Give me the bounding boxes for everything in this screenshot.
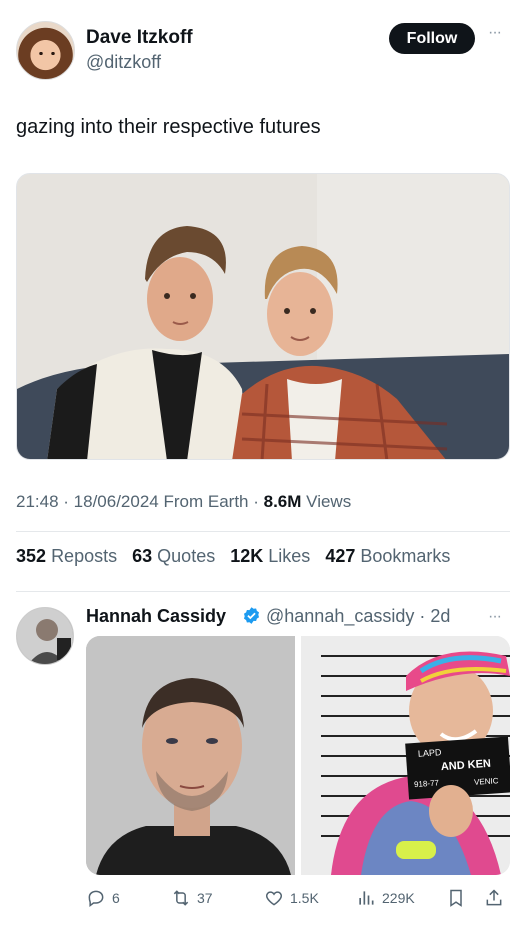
photo-two-boys <box>17 174 509 459</box>
reply-more-options-icon[interactable]: ··· <box>488 608 502 626</box>
likes-stat[interactable]: 12K Likes <box>230 546 310 566</box>
reply-author-name[interactable]: Hannah Cassidy <box>86 606 226 627</box>
reposts-stat[interactable]: 352 Reposts <box>16 546 117 566</box>
reply-views-count: 229K <box>382 890 415 906</box>
repost-action[interactable]: 37 <box>171 884 213 912</box>
reply-age: 2d <box>430 606 451 626</box>
reply-icon <box>88 890 104 907</box>
divider <box>16 591 510 592</box>
bookmark-icon <box>450 889 462 907</box>
share-action[interactable] <box>484 884 510 912</box>
repost-count: 37 <box>197 890 213 906</box>
reply-action-bar: 6 37 1.5K 229K <box>86 884 510 912</box>
author-avatar[interactable] <box>16 21 75 80</box>
views-action[interactable]: 229K <box>356 884 415 912</box>
post-header: Dave Itzkoff @ditzkoff Follow ··· <box>0 0 527 95</box>
bookmarks-stat[interactable]: 427 Bookmarks <box>325 546 450 566</box>
reply-handle[interactable]: @hannah_cassidy · 2d <box>266 606 450 627</box>
repost-icon <box>173 890 189 906</box>
reply-image-mugshot[interactable] <box>86 636 295 875</box>
post-photo[interactable] <box>16 173 510 460</box>
author-name[interactable]: Dave Itzkoff <box>86 27 193 49</box>
divider <box>16 531 510 532</box>
more-options-icon[interactable]: ··· <box>488 25 508 42</box>
author-handle[interactable]: @ditzkoff <box>86 52 161 73</box>
analytics-icon <box>359 891 374 905</box>
like-count: 1.5K <box>290 890 319 906</box>
post-text: gazing into their respective futures <box>16 116 321 138</box>
bookmark-action[interactable] <box>446 884 472 912</box>
heart-icon <box>265 891 283 906</box>
sign-number-text: 918-77 <box>414 778 440 789</box>
quotes-stat[interactable]: 63 Quotes <box>132 546 215 566</box>
verified-badge-icon <box>243 607 260 624</box>
reply-image-ken-mugshot[interactable]: LAPD AND KEN 918-77 VENIC <box>301 636 510 875</box>
views-count: 8.6M <box>263 492 302 511</box>
like-action[interactable]: 1.5K <box>264 884 319 912</box>
reply-avatar[interactable] <box>16 607 74 665</box>
sign-venice-text: VENIC <box>474 776 499 787</box>
follow-button[interactable]: Follow <box>389 23 475 54</box>
post-stats: 352 Reposts 63 Quotes 12K Likes 427 Book… <box>16 546 460 567</box>
sign-lapd-text: LAPD <box>418 747 443 759</box>
post-date[interactable]: 18/06/2024 <box>74 492 159 511</box>
post-meta: 21:48 · 18/06/2024 From Earth · 8.6M Vie… <box>16 492 352 511</box>
reply-action[interactable]: 6 <box>86 884 120 912</box>
post-time[interactable]: 21:48 <box>16 492 59 511</box>
views-label: Views <box>306 492 352 511</box>
reply-count: 6 <box>112 890 120 906</box>
share-icon <box>486 889 502 906</box>
post-source: From Earth <box>163 492 249 511</box>
